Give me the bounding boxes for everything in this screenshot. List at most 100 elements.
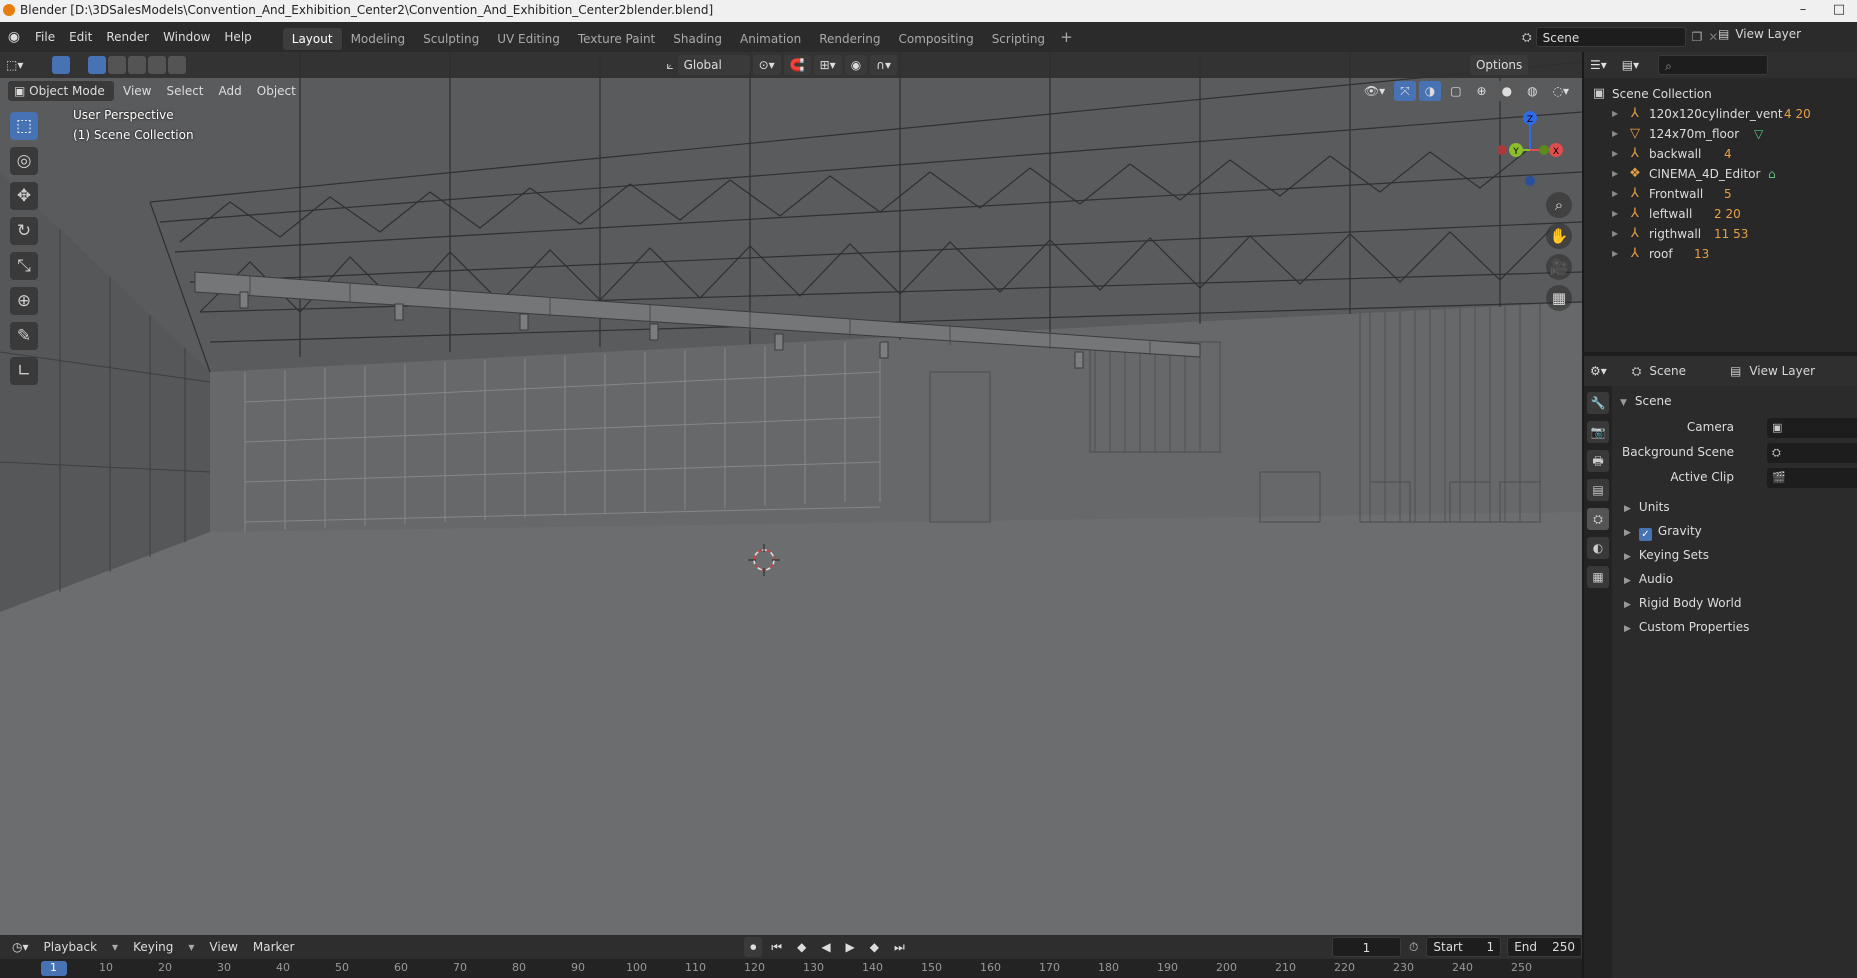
select-box-tool[interactable]: ⬚	[10, 112, 38, 140]
expand-arrow-icon[interactable]: ▶	[1612, 124, 1618, 144]
menu-file[interactable]: File	[28, 22, 62, 52]
units-section[interactable]: ▶ Units	[1624, 500, 1670, 514]
pan-hand-icon[interactable]: ✋	[1546, 223, 1572, 249]
expand-arrow-icon[interactable]: ▶	[1612, 164, 1618, 184]
jump-end-button[interactable]: ⏭	[888, 937, 911, 957]
snap-target-icon[interactable]: ⊞▾	[813, 55, 842, 75]
outliner-item[interactable]: ▶ ▽ 124x70m_floor ▽	[1584, 124, 1857, 144]
menu-help[interactable]: Help	[217, 22, 258, 52]
maximize-button[interactable]: □	[1822, 0, 1856, 22]
outliner-root[interactable]: ▣ Scene Collection	[1584, 84, 1857, 104]
world-properties-icon[interactable]: ◐	[1587, 537, 1609, 559]
tab-uv-editing[interactable]: UV Editing	[488, 28, 569, 50]
jump-start-button[interactable]: ⏮	[765, 937, 788, 957]
gravity-section[interactable]: ▶ ✓ Gravity	[1624, 524, 1702, 541]
outliner-item[interactable]: ▶ ❖ CINEMA_4D_Editor ⌂	[1584, 164, 1857, 184]
expand-arrow-icon[interactable]: ▶	[1612, 144, 1618, 164]
3d-viewport[interactable]	[0, 52, 1582, 935]
tab-modeling[interactable]: Modeling	[342, 28, 415, 50]
menu-object[interactable]: Object	[251, 81, 302, 101]
transform-orientation-dropdown[interactable]: Global	[677, 55, 750, 75]
select-extend-icon[interactable]	[108, 56, 127, 74]
rigid-body-world-section[interactable]: ▶ Rigid Body World	[1624, 596, 1741, 610]
gravity-checkbox[interactable]: ✓	[1638, 528, 1652, 541]
menu-view[interactable]: View	[117, 81, 157, 101]
expand-arrow-icon[interactable]: ▶	[1612, 204, 1618, 224]
audio-section[interactable]: ▶ Audio	[1624, 572, 1673, 586]
timeline-ruler[interactable]: 1 10 20 30 40 50 60 70 80 90 100 110 120…	[0, 959, 1582, 978]
properties-view-layer-label[interactable]: View Layer	[1749, 364, 1815, 378]
end-frame-field[interactable]: End 250	[1507, 937, 1582, 957]
view-layer-selector[interactable]: ▤ View Layer	[1718, 27, 1801, 41]
proportional-edit-icon[interactable]: ◉	[844, 55, 868, 75]
cursor-tool[interactable]: ◎	[10, 147, 38, 175]
menu-select[interactable]: Select	[160, 81, 209, 101]
tab-texture-paint[interactable]: Texture Paint	[569, 28, 664, 50]
solid-shading-icon[interactable]: ●	[1495, 81, 1519, 101]
annotate-tool[interactable]: ✎	[10, 322, 38, 350]
add-workspace-button[interactable]: +	[1054, 22, 1079, 52]
outliner-item[interactable]: ▶ ⅄ roof 13	[1584, 244, 1857, 264]
menu-keying[interactable]: Keying	[127, 937, 179, 957]
record-button[interactable]: ⏺	[744, 937, 763, 957]
current-frame-field[interactable]: 1	[1331, 937, 1401, 957]
outliner-item[interactable]: ▶ ⅄ rigthwall 11 53	[1584, 224, 1857, 244]
active-clip-field[interactable]: 🎬	[1767, 468, 1857, 488]
falloff-icon[interactable]: ∩▾	[870, 55, 897, 75]
overlay-toggle-icon[interactable]: ◑	[1418, 81, 1442, 101]
tab-shading[interactable]: Shading	[664, 28, 731, 50]
navigation-gizmo[interactable]: Z X Y	[1490, 105, 1570, 195]
transform-tool[interactable]: ⊕	[10, 287, 38, 315]
tab-scripting[interactable]: Scripting	[983, 28, 1054, 50]
tab-layout[interactable]: Layout	[282, 28, 342, 50]
expand-arrow-icon[interactable]: ▶	[1612, 244, 1618, 264]
menu-window[interactable]: Window	[156, 22, 217, 52]
rendered-shading-icon[interactable]: ◌▾	[1547, 81, 1576, 101]
visibility-icon[interactable]: 👁▾	[1358, 81, 1391, 101]
menu-timeline-view[interactable]: View	[203, 937, 243, 957]
scene-name-field[interactable]: Scene	[1535, 27, 1686, 47]
camera-view-icon[interactable]: 🎥	[1546, 254, 1572, 280]
properties-editor-type-icon[interactable]: ⚙▾	[1584, 361, 1613, 381]
outliner-search-input[interactable]: ⌕	[1658, 55, 1769, 75]
scene-section-header[interactable]: ▼ Scene	[1620, 394, 1672, 408]
editor-type-icon[interactable]: ⬚▾	[0, 55, 29, 75]
scale-tool[interactable]: ⤡	[10, 252, 38, 280]
blender-menu-icon[interactable]: ◉	[0, 29, 28, 45]
select-invert-icon[interactable]	[148, 56, 167, 74]
perspective-grid-icon[interactable]: ▦	[1546, 285, 1572, 311]
gizmo-toggle-icon[interactable]: ⤧	[1394, 81, 1416, 101]
rotate-tool[interactable]: ↻	[10, 217, 38, 245]
outliner-item[interactable]: ▶ ⅄ Frontwall 5	[1584, 184, 1857, 204]
options-dropdown[interactable]: Options	[1469, 55, 1529, 75]
menu-marker[interactable]: Marker	[247, 937, 300, 957]
scene-properties-icon[interactable]: ⛭	[1587, 508, 1609, 530]
start-frame-field[interactable]: Start 1	[1426, 937, 1502, 957]
snap-icon[interactable]: 🧲	[783, 55, 811, 75]
tool-properties-icon[interactable]: 🔧	[1587, 392, 1609, 414]
gizmo-neg-z-axis[interactable]	[1525, 176, 1535, 186]
background-scene-field[interactable]: ⛭	[1767, 443, 1857, 463]
select-subtract-icon[interactable]	[128, 56, 147, 74]
play-reverse-button[interactable]: ◀	[815, 937, 836, 957]
outliner-item[interactable]: ▶ ⅄ leftwall 2 20	[1584, 204, 1857, 224]
pivot-point-icon[interactable]: ⊙▾	[752, 55, 781, 75]
measure-tool[interactable]: ∟	[10, 357, 38, 385]
tab-animation[interactable]: Animation	[731, 28, 810, 50]
new-scene-icon[interactable]: ❐	[1692, 30, 1703, 44]
object-mode-dropdown[interactable]: ▣ Object Mode	[8, 81, 114, 101]
scene-selector[interactable]: ⛭ Scene ❐ ✕	[1522, 27, 1718, 47]
move-tool[interactable]: ✥	[10, 182, 38, 210]
gizmo-neg-x-axis[interactable]	[1497, 145, 1507, 155]
delete-scene-icon[interactable]: ✕	[1708, 30, 1718, 44]
timeline-editor-type-icon[interactable]: ◷▾	[6, 937, 35, 957]
keying-sets-section[interactable]: ▶ Keying Sets	[1624, 548, 1709, 562]
camera-field[interactable]: ▣	[1767, 418, 1857, 438]
outliner-editor-type-icon[interactable]: ☰▾	[1584, 55, 1613, 75]
display-mode-icon[interactable]: ▤▾	[1616, 55, 1645, 75]
select-mode-icon[interactable]	[52, 56, 71, 74]
expand-arrow-icon[interactable]: ▶	[1612, 104, 1618, 124]
play-button[interactable]: ▶	[840, 937, 861, 957]
select-new-icon[interactable]	[88, 56, 107, 74]
wireframe-shading-icon[interactable]: ⊕	[1471, 81, 1493, 101]
